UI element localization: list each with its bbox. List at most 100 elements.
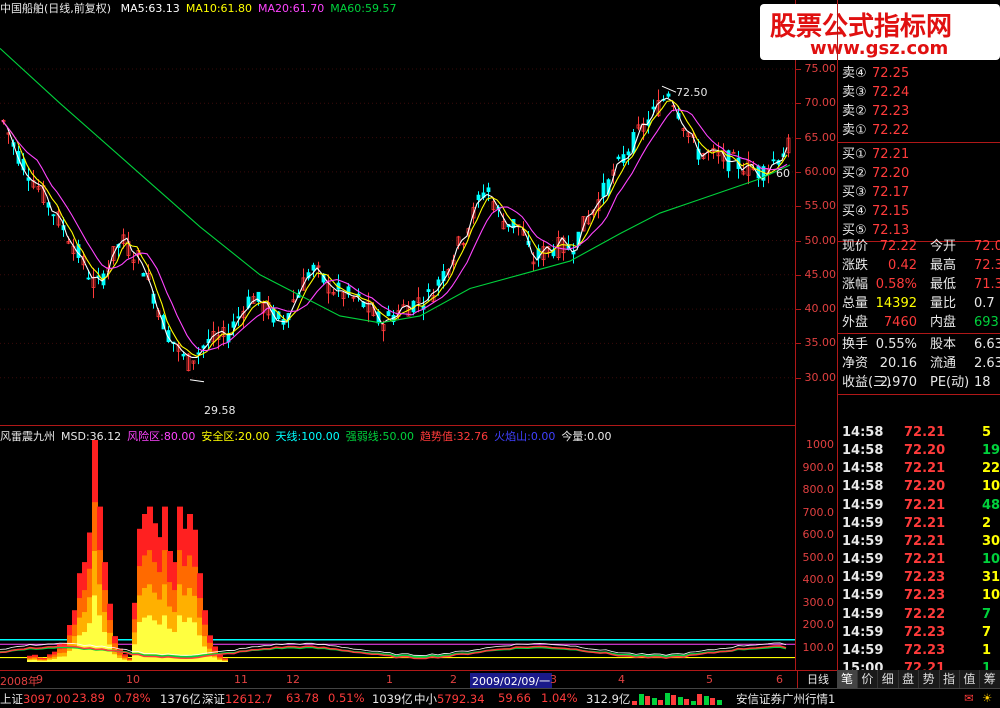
time-axis-label: 11: [234, 673, 248, 686]
tick-row[interactable]: 14:59 72.23 7: [838, 624, 1000, 642]
indicator-chart[interactable]: [0, 428, 795, 670]
tick-price: 72.20: [904, 479, 946, 495]
zx-amount: 312.9亿: [586, 692, 631, 706]
sz-index[interactable]: 深证12612.7: [202, 691, 273, 707]
time-axis-label: 6: [776, 673, 783, 686]
low-marker: [189, 379, 205, 383]
tick-volume: 5: [982, 425, 992, 440]
indicator-axis-label: 700.0: [802, 505, 835, 519]
time-axis-label: 3: [550, 673, 557, 686]
quote-value: 20.16: [879, 356, 917, 371]
panel-tab[interactable]: 值: [959, 670, 981, 688]
candle-body: [386, 311, 391, 317]
quote-value: 72.22: [879, 239, 917, 254]
tick-row[interactable]: 14:58 72.20 19: [838, 442, 1000, 460]
panel-tab[interactable]: 笔: [837, 670, 858, 688]
quote-label: 现价: [842, 239, 869, 254]
quote-value: 0.42: [888, 258, 917, 273]
panel-tab[interactable]: 盘: [898, 670, 920, 688]
bulb-icon[interactable]: ☀: [982, 691, 992, 705]
quote-value: 71.3: [974, 277, 1000, 292]
sh-amount: 1376亿: [160, 692, 201, 706]
sz-percent: 0.51%: [328, 691, 365, 705]
indicator-axis-label: 1000: [806, 438, 834, 451]
order-book-sell-row[interactable]: 卖④ 72.25: [838, 64, 1000, 83]
order-book-buy-row[interactable]: 买④ 72.15: [838, 202, 1000, 221]
quote-label: 换手: [842, 337, 869, 352]
tick-price: 72.23: [904, 642, 946, 658]
tick-row[interactable]: 14:59 72.21 2: [838, 515, 1000, 533]
panel-tab[interactable]: 价: [857, 670, 879, 688]
time-axis-label: 10: [126, 673, 140, 686]
price-axis-label: 55.00: [804, 199, 837, 213]
indicator-axis-label: 400.0: [802, 573, 835, 586]
time-axis-label: 2009/02/09/一: [470, 673, 553, 689]
tick-row[interactable]: 14:58 72.21 22: [838, 460, 1000, 478]
zx-index[interactable]: 中小5792.34: [414, 691, 485, 707]
panel-tab[interactable]: 筹: [980, 670, 1000, 688]
sz-change: 63.78: [286, 691, 319, 705]
zx-label: 中小: [414, 692, 437, 706]
tick-row[interactable]: 14:59 72.21 10: [838, 551, 1000, 569]
quote-label: 总量: [842, 296, 869, 311]
panel-tab[interactable]: 指: [939, 670, 960, 688]
order-book-buy-row[interactable]: 买① 72.21: [838, 145, 1000, 164]
axis-tick: [796, 69, 801, 70]
tick-row[interactable]: 14:59 72.23 1: [838, 642, 1000, 660]
order-book-buy-row[interactable]: 买② 72.20: [838, 164, 1000, 183]
broker-name[interactable]: 安信证券广州行情1: [736, 691, 835, 707]
sh-index[interactable]: 上证3097.00: [0, 691, 71, 707]
tick-row[interactable]: 14:58 72.21 5: [838, 424, 1000, 442]
tick-time: 14:59: [842, 642, 884, 658]
indicator-axis-label: 200.0: [802, 618, 835, 631]
tick-row[interactable]: 14:59 72.23 31: [838, 569, 1000, 587]
indicator-axis-label: 600.0: [802, 528, 835, 541]
order-book-divider: [838, 142, 1000, 143]
quote-row: 涨跌 0.42 最高 72.3: [838, 256, 1000, 275]
order-book-sell-row[interactable]: 卖③ 72.24: [838, 83, 1000, 102]
tick-time: 14:58: [842, 461, 884, 477]
mini-strip-bar: [632, 701, 637, 705]
quote-panel: 卖④ 72.25 卖③ 72.24 卖② 72.23 卖① 72.22 买① 72.21 买② 72.…: [837, 0, 1000, 694]
sz-label: 深证: [202, 692, 225, 706]
alert-icon[interactable]: ✉: [964, 691, 974, 705]
order-label: 卖②: [842, 104, 867, 119]
tick-time: 14:59: [842, 497, 884, 513]
tick-row[interactable]: 14:59 72.23 10: [838, 587, 1000, 605]
order-book-buy-row[interactable]: 买③ 72.17: [838, 183, 1000, 202]
quote-row: 总量 14392 量比 0.7: [838, 294, 1000, 313]
order-label: 买②: [842, 166, 867, 181]
order-price: 72.21: [872, 147, 910, 162]
indicator-axis-label: 500.0: [802, 550, 835, 564]
tick-row[interactable]: 14:58 72.20 10: [838, 478, 1000, 496]
tick-row[interactable]: 14:59 72.21 48: [838, 497, 1000, 515]
ma20-line: [1, 109, 788, 352]
time-axis-label: 1: [386, 673, 393, 686]
order-book-sell-row[interactable]: 卖② 72.23: [838, 102, 1000, 121]
order-price: 72.23: [872, 104, 910, 119]
period-tab-daily[interactable]: 日线: [797, 671, 838, 689]
tick-price: 72.22: [904, 606, 946, 622]
axis-tick: [796, 206, 801, 208]
last-annotation: 60: [776, 167, 790, 180]
mini-strip-bar: [651, 698, 657, 705]
order-book-sell-row[interactable]: 卖① 72.22: [838, 121, 1000, 140]
panel-tab[interactable]: 势: [919, 670, 940, 688]
tick-time: 14:58: [842, 479, 884, 495]
mini-strip-bar: [664, 693, 670, 705]
mini-strip-bar: [658, 700, 663, 705]
tick-volume: 22: [982, 461, 1000, 477]
candle-body: [601, 182, 606, 197]
price-chart[interactable]: [0, 0, 795, 425]
tick-row[interactable]: 14:59 72.22 7: [838, 606, 1000, 624]
panel-tab[interactable]: 细: [878, 670, 899, 688]
tick-row[interactable]: 14:59 72.21 30: [838, 533, 1000, 551]
sh-label: 上证: [0, 692, 23, 706]
tick-time: 14:59: [842, 515, 884, 531]
chart-area[interactable]: 中国船舶(日线,前复权) MA5:63.13 MA10:61.80 MA20:61.…: [0, 0, 795, 670]
time-axis-label: 2008年: [0, 675, 39, 688]
mini-strip-bar: [703, 696, 709, 705]
quote-label: 今开: [930, 239, 957, 254]
tick-volume: 7: [982, 606, 992, 622]
tick-time: 14:59: [842, 552, 884, 568]
